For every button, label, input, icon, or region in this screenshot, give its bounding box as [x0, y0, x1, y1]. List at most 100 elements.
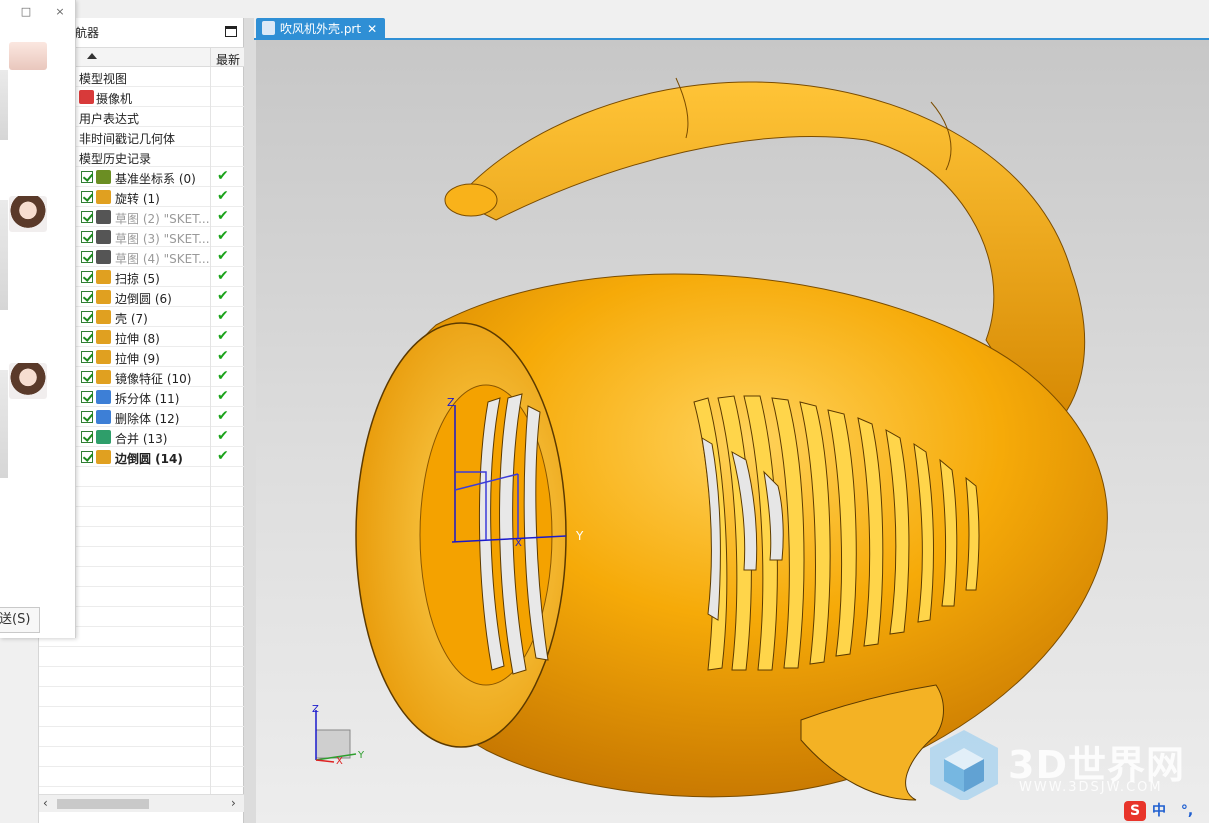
- handle-end-cap: [444, 183, 498, 217]
- up-to-date-check-icon: ✔: [217, 188, 229, 204]
- column-divider: [210, 607, 211, 627]
- feature-label: 非时间戳记几何体: [79, 132, 176, 146]
- edge-blend-icon: [96, 450, 111, 464]
- sweep-icon: [96, 270, 111, 284]
- up-to-date-check-icon: ✔: [217, 248, 229, 264]
- column-divider: [210, 87, 211, 107]
- send-button[interactable]: 送(S): [0, 607, 40, 633]
- feature-checkbox[interactable]: [81, 411, 93, 423]
- feature-label: 合并 (13): [115, 432, 168, 446]
- column-divider: [210, 167, 211, 187]
- feature-label: 扫掠 (5): [115, 272, 160, 286]
- ime-status-bar[interactable]: S中 °,: [1124, 800, 1193, 822]
- feature-label: 草图 (4) "SKET...: [115, 252, 210, 266]
- avatar[interactable]: [9, 363, 47, 399]
- feature-checkbox[interactable]: [81, 311, 93, 323]
- tab-file[interactable]: 吹风机外壳.prt ✕: [256, 18, 386, 40]
- feature-tree-row[interactable]: [39, 707, 245, 727]
- feature-checkbox[interactable]: [81, 291, 93, 303]
- sogou-logo-icon[interactable]: S: [1124, 801, 1146, 821]
- close-tab-icon[interactable]: ✕: [367, 22, 377, 36]
- model-render: Z Y X Z X Y: [312, 77, 1108, 801]
- ime-mode-label[interactable]: 中: [1152, 803, 1166, 819]
- avatar[interactable]: [9, 42, 47, 70]
- column-latest-header[interactable]: 最新: [216, 51, 240, 68]
- column-divider: [210, 567, 211, 587]
- column-divider: [210, 247, 211, 267]
- camera-icon: [79, 90, 94, 104]
- feature-checkbox[interactable]: [81, 371, 93, 383]
- sketch-icon: [96, 250, 111, 264]
- feature-label: 用户表达式: [79, 112, 140, 126]
- feature-checkbox[interactable]: [81, 211, 93, 223]
- feature-checkbox[interactable]: [81, 171, 93, 183]
- column-divider: [210, 487, 211, 507]
- feature-tree-row[interactable]: [39, 667, 245, 687]
- feature-label: 拉伸 (9): [115, 352, 160, 366]
- feature-label: 草图 (2) "SKET...: [115, 212, 210, 226]
- scrollbar-thumb[interactable]: [57, 799, 149, 809]
- chat-message-strip: [0, 200, 8, 310]
- avatar[interactable]: [9, 196, 47, 232]
- column-divider: [210, 647, 211, 667]
- scroll-left-icon[interactable]: ‹: [43, 796, 48, 810]
- column-divider: [210, 587, 211, 607]
- feature-tree-row[interactable]: [39, 727, 245, 747]
- up-to-date-check-icon: ✔: [217, 348, 229, 364]
- scroll-right-icon[interactable]: ›: [231, 796, 236, 810]
- column-divider: [210, 127, 211, 147]
- maximize-icon[interactable]: □: [18, 4, 34, 20]
- feature-tree-row[interactable]: [39, 767, 245, 787]
- column-divider: [210, 427, 211, 447]
- tab-file-label: 吹风机外壳.prt: [280, 22, 362, 36]
- split-body-icon: [96, 390, 111, 404]
- feature-tree-row[interactable]: [39, 687, 245, 707]
- column-divider[interactable]: [210, 48, 211, 68]
- column-divider: [210, 187, 211, 207]
- column-divider: [210, 287, 211, 307]
- feature-label: 边倒圆 (6): [115, 292, 172, 306]
- feature-checkbox[interactable]: [81, 271, 93, 283]
- up-to-date-check-icon: ✔: [217, 328, 229, 344]
- column-divider: [210, 667, 211, 687]
- sort-ascending-icon[interactable]: [87, 53, 97, 59]
- navigator-title: 航器: [75, 26, 100, 40]
- triad-y-label: Y: [357, 750, 365, 761]
- feature-label: 拆分体 (11): [115, 392, 180, 406]
- column-divider: [210, 227, 211, 247]
- feature-checkbox[interactable]: [81, 231, 93, 243]
- column-divider: [210, 767, 211, 787]
- feature-checkbox[interactable]: [81, 431, 93, 443]
- up-to-date-check-icon: ✔: [217, 228, 229, 244]
- feature-checkbox[interactable]: [81, 191, 93, 203]
- column-divider: [210, 327, 211, 347]
- close-icon[interactable]: ×: [52, 4, 68, 20]
- column-divider: [210, 367, 211, 387]
- triad-x-label: X: [336, 756, 343, 767]
- extrude-icon: [96, 350, 111, 364]
- maximize-icon[interactable]: [225, 26, 237, 37]
- extrude-icon: [96, 330, 111, 344]
- feature-checkbox[interactable]: [81, 451, 93, 463]
- sketch-icon: [96, 230, 111, 244]
- feature-tree-row[interactable]: [39, 647, 245, 667]
- feature-label: 壳 (7): [115, 312, 148, 326]
- horizontal-scrollbar[interactable]: ‹ ›: [39, 794, 245, 812]
- column-divider: [210, 547, 211, 567]
- ime-punctuation-icon[interactable]: °,: [1181, 803, 1193, 819]
- csys-z-label: Z: [447, 396, 455, 409]
- feature-checkbox[interactable]: [81, 331, 93, 343]
- csys-x-label: X: [515, 538, 522, 549]
- feature-checkbox[interactable]: [81, 391, 93, 403]
- feature-tree-row[interactable]: [39, 747, 245, 767]
- column-divider: [210, 527, 211, 547]
- feature-checkbox[interactable]: [81, 251, 93, 263]
- feature-label: 草图 (3) "SKET...: [115, 232, 210, 246]
- column-divider: [210, 627, 211, 647]
- graphics-viewport[interactable]: Z Y X Z X Y: [256, 40, 1209, 823]
- panel-splitter[interactable]: [244, 18, 256, 823]
- feature-label: 摄像机: [96, 92, 133, 106]
- feature-checkbox[interactable]: [81, 351, 93, 363]
- column-divider: [210, 267, 211, 287]
- csys-y-label: Y: [575, 529, 584, 543]
